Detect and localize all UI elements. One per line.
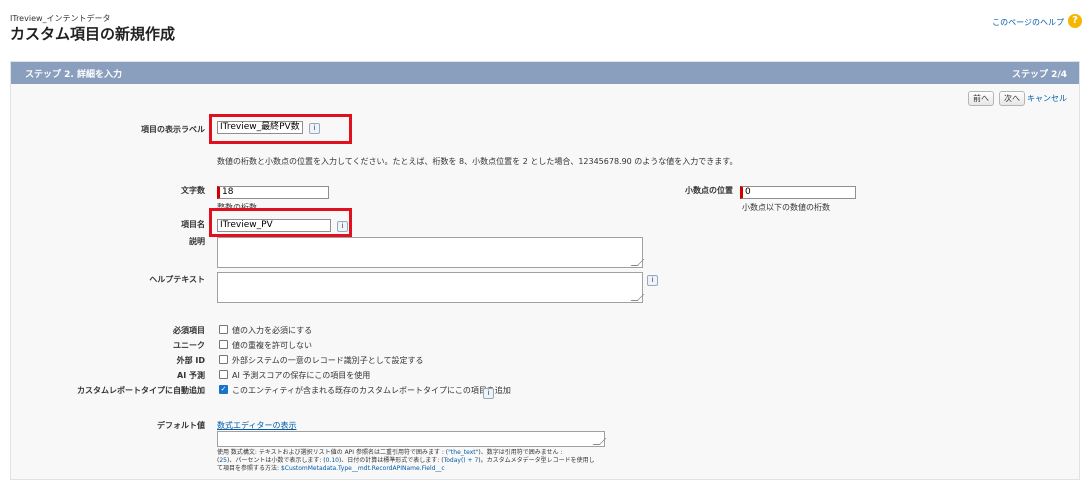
required-text: 値の入力を必須にする [232, 326, 313, 335]
external-id-label: 外部 ID [176, 356, 205, 365]
ai-label: AI 予測 [177, 371, 205, 380]
field-name-label: 項目名 [181, 220, 205, 229]
step-bar: ステップ 2. 詳細を入力 ステップ 2/4 [11, 62, 1079, 84]
field-label-input[interactable]: ITreview_最終PV数 [217, 121, 303, 134]
instruction-text: 数値の桁数と小数点の位置を入力してください。たとえば、桁数を 8、小数点位置を … [217, 157, 738, 166]
next-button[interactable]: 次へ [999, 91, 1025, 106]
info-icon[interactable]: i [337, 221, 348, 232]
help-icon[interactable]: ? [1068, 14, 1082, 28]
step-counter: ステップ 2/4 [1012, 70, 1067, 80]
external-id-text: 外部システムの一意のレコード識別子として設定する [232, 356, 424, 365]
info-icon[interactable]: i [647, 275, 658, 286]
decimal-label: 小数点の位置 [685, 186, 733, 195]
info-icon[interactable]: i [309, 123, 320, 134]
description-label: 説明 [189, 237, 205, 246]
report-label: カスタムレポートタイプに自動追加 [77, 386, 205, 395]
report-text: このエンティティが含まれる既存のカスタムレポートタイプにこの項目を追加 [232, 386, 511, 395]
decimal-input[interactable]: 0 [740, 186, 856, 199]
description-textarea[interactable] [217, 237, 643, 268]
help-text-textarea[interactable] [217, 272, 643, 303]
default-label: デフォルト値 [157, 421, 205, 430]
report-checkbox[interactable]: ✓ [219, 385, 228, 394]
length-input[interactable]: 18 [217, 186, 329, 199]
step-title: ステップ 2. 詳細を入力 [25, 70, 122, 80]
unique-text: 値の重複を許可しない [232, 341, 312, 350]
unique-label: ユニーク [173, 341, 205, 350]
decimal-hint: 小数点以下の数値の桁数 [742, 203, 830, 212]
page-title: カスタム項目の新規作成 [10, 25, 176, 43]
help-link[interactable]: このページのヘルプ [992, 17, 1064, 28]
help-text-label: ヘルプテキスト [149, 275, 205, 284]
field-name-input[interactable]: ITreview_PV [217, 219, 331, 232]
form-panel: ステップ 2. 詳細を入力 ステップ 2/4 前へ 次へ キャンセル 項目の表示… [10, 61, 1080, 480]
field-label-label: 項目の表示ラベル [141, 125, 205, 134]
length-label: 文字数 [181, 186, 205, 195]
ai-checkbox[interactable] [219, 370, 228, 379]
formula-editor-link[interactable]: 数式エディターの表示 [217, 420, 296, 431]
cancel-link[interactable]: キャンセル [1027, 93, 1067, 104]
prev-button[interactable]: 前へ [968, 91, 994, 106]
page-header: ITreview_インテントデータ カスタム項目の新規作成 このページのヘルプ … [0, 0, 1090, 60]
formula-note: 使用 数式構文: テキストおよび選択リスト値の API 参照名は二重引用符で囲み… [217, 449, 595, 472]
ai-text: AI 予測スコアの保存にこの項目を使用 [232, 371, 371, 380]
required-checkbox[interactable] [219, 325, 228, 334]
info-icon[interactable]: i [483, 388, 494, 399]
unique-checkbox[interactable] [219, 340, 228, 349]
external-id-checkbox[interactable] [219, 355, 228, 364]
default-textarea[interactable] [217, 431, 605, 447]
required-label: 必須項目 [173, 326, 205, 335]
